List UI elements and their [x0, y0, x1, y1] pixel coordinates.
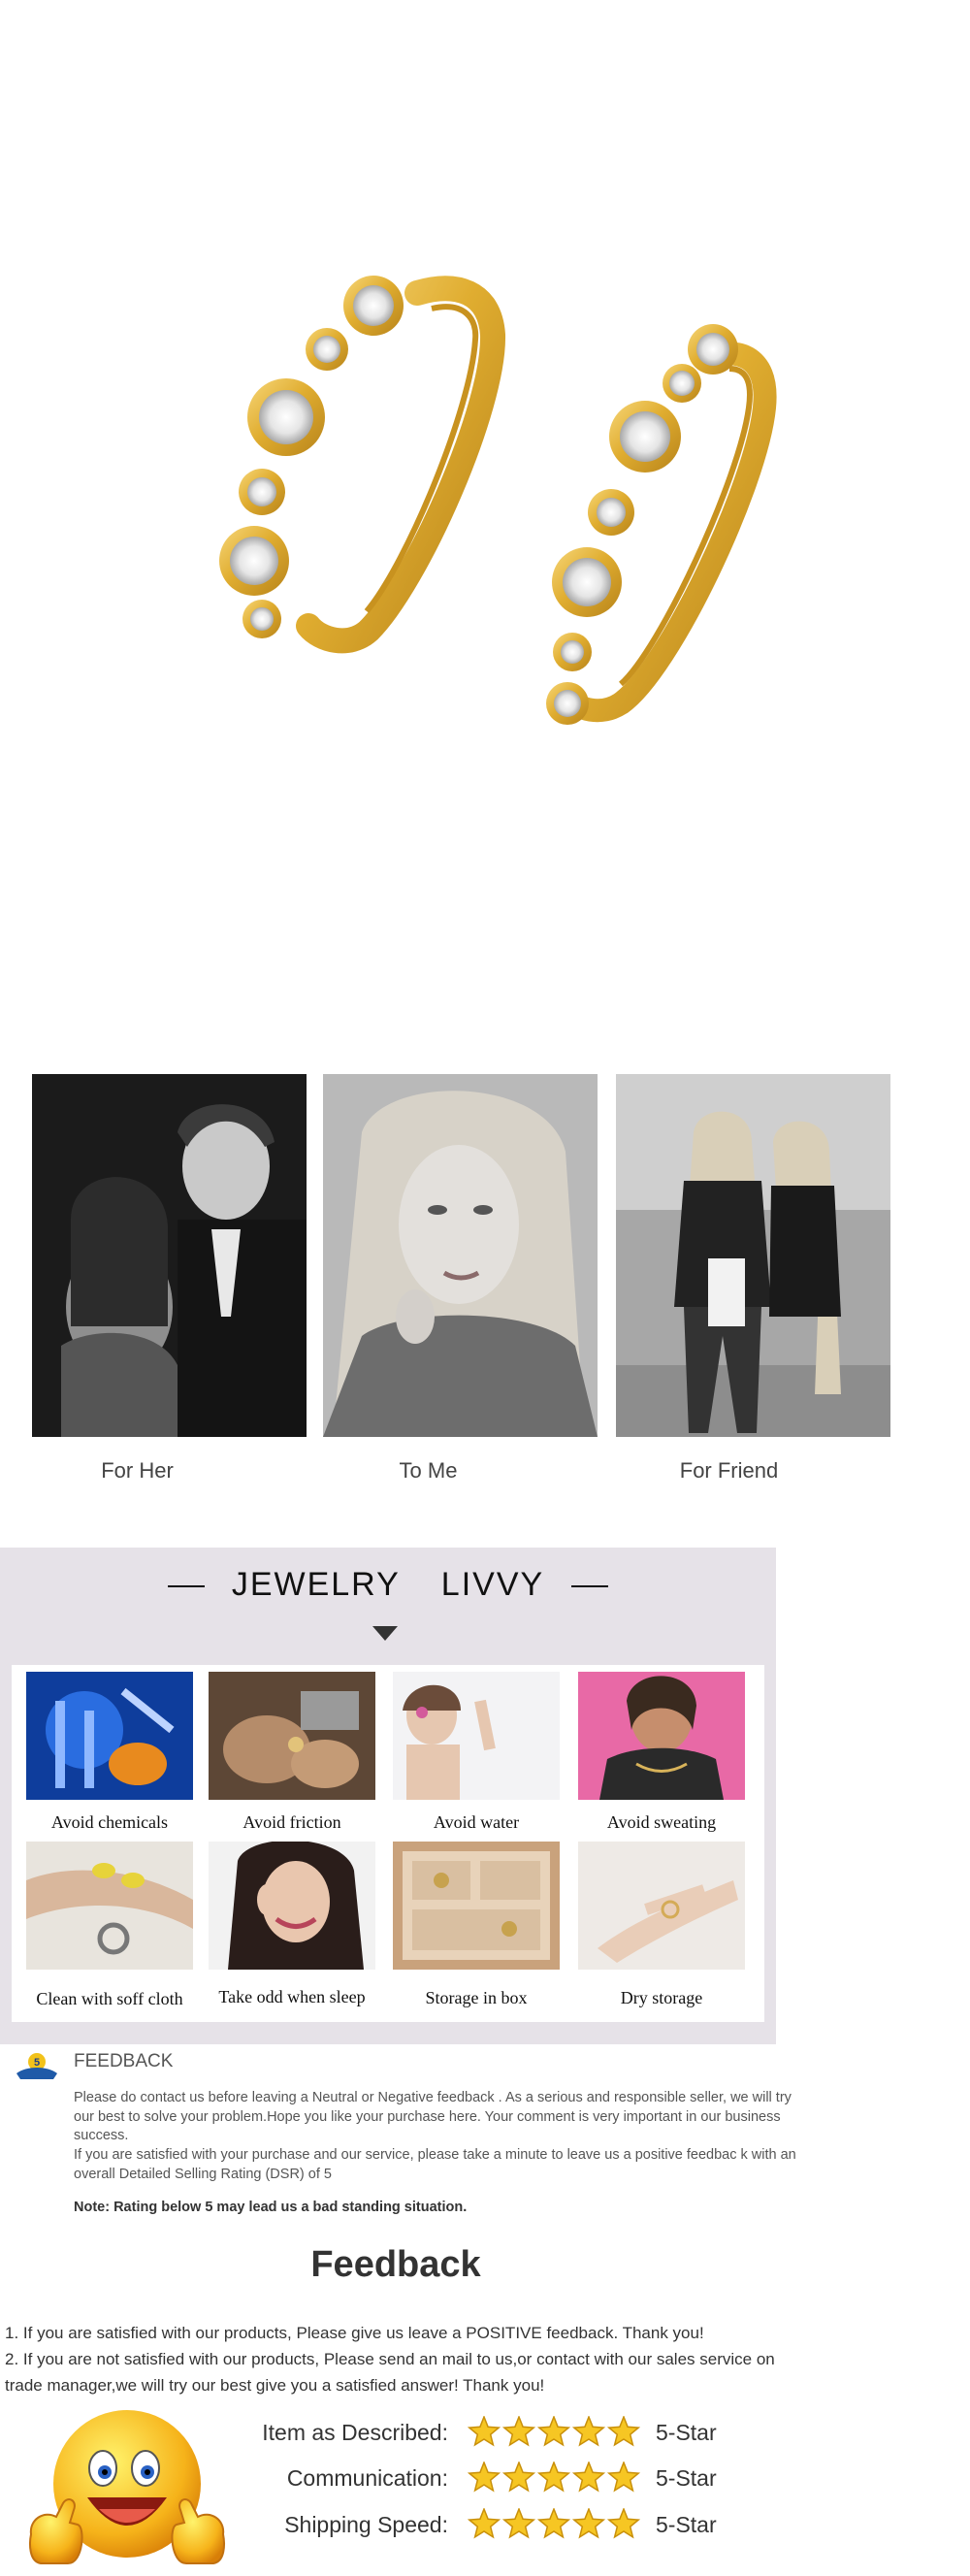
star-icon — [468, 2462, 501, 2493]
tip-image-dry — [578, 1842, 745, 1970]
care-brand-title: JEWELRY LIVVY — [0, 1566, 776, 1604]
star-icon — [606, 2462, 640, 2493]
star-icon — [571, 2508, 606, 2539]
rating-value-communication: 5-Star — [656, 2465, 717, 2491]
tip-caption-dry: Dry storage — [620, 1988, 703, 2007]
title-dash-right — [571, 1585, 609, 1588]
five-star-badge-icon: 5 — [15, 2052, 59, 2081]
tip-caption-box: Storage in box — [425, 1988, 528, 2007]
star-icon — [536, 2508, 571, 2539]
rating-label-shipping: Shipping Speed: — [284, 2512, 448, 2537]
for-friend-caption: For Friend — [679, 1458, 779, 1483]
feedback-paragraph-2: If you are satisfied with your purchase … — [74, 2147, 796, 2182]
feedback-instruction-2: 2. If you are not satisfied with our pro… — [5, 2350, 775, 2395]
feedback-title: Feedback — [310, 2244, 481, 2285]
star-icon — [468, 2416, 501, 2447]
star-icon — [536, 2416, 571, 2447]
star-icon — [571, 2462, 606, 2493]
star-icon — [468, 2508, 501, 2539]
tip-caption-water: Avoid water — [433, 1812, 520, 1832]
rating-value-item: 5-Star — [656, 2420, 717, 2445]
tip-image-sweating — [578, 1672, 745, 1800]
to-me-caption: To Me — [399, 1458, 458, 1483]
tip-image-chemicals — [26, 1672, 193, 1800]
feedback-heading: FEEDBACK — [74, 2051, 174, 2071]
star-icon — [606, 2508, 640, 2539]
tip-caption-sleep: Take odd when sleep — [218, 1987, 366, 2006]
star-icon — [501, 2462, 536, 2493]
rating-label-item: Item as Described: — [262, 2420, 448, 2445]
tip-image-box — [393, 1842, 560, 1970]
tip-image-clean — [26, 1842, 193, 1970]
star-icon — [571, 2416, 606, 2447]
star-icon — [606, 2416, 640, 2447]
for-friend-photo — [616, 1074, 890, 1437]
feedback-paragraph-1: Please do contact us before leaving a Ne… — [74, 2090, 792, 2143]
tip-caption-clean: Clean with soff cloth — [36, 1989, 183, 2008]
rating-stars-shipping — [468, 2508, 640, 2539]
feedback-note: Note: Rating below 5 may lead us a bad s… — [74, 2200, 468, 2215]
left-earring — [219, 276, 506, 654]
tip-caption-sweating: Avoid sweating — [606, 1812, 717, 1832]
product-image — [0, 0, 970, 970]
thumbs-up-smiley-icon — [19, 2408, 235, 2571]
rating-stars-communication — [468, 2462, 640, 2493]
star-icon — [536, 2462, 571, 2493]
star-icon — [501, 2508, 536, 2539]
to-me-photo — [323, 1074, 598, 1437]
for-her-photo — [32, 1074, 307, 1437]
for-her-caption: For Her — [101, 1458, 174, 1483]
brand-left: JEWELRY — [231, 1566, 401, 1603]
rating-stars-item — [468, 2416, 640, 2447]
feedback-instruction-1: 1. If you are satisfied with our product… — [5, 2324, 704, 2342]
brand-right: LIVVY — [440, 1566, 545, 1603]
tip-caption-friction: Avoid friction — [242, 1812, 341, 1832]
rating-label-communication: Communication: — [286, 2465, 448, 2491]
title-dash-left — [167, 1585, 205, 1588]
star-icon — [501, 2416, 536, 2447]
right-earring — [546, 324, 777, 725]
tip-image-sleep — [209, 1842, 375, 1970]
tip-caption-chemicals: Avoid chemicals — [50, 1812, 169, 1832]
rating-value-shipping: 5-Star — [656, 2512, 717, 2537]
tip-image-water — [393, 1672, 560, 1800]
tip-image-friction — [209, 1672, 375, 1800]
down-arrow-icon — [372, 1626, 398, 1641]
badge-number: 5 — [34, 2057, 40, 2069]
